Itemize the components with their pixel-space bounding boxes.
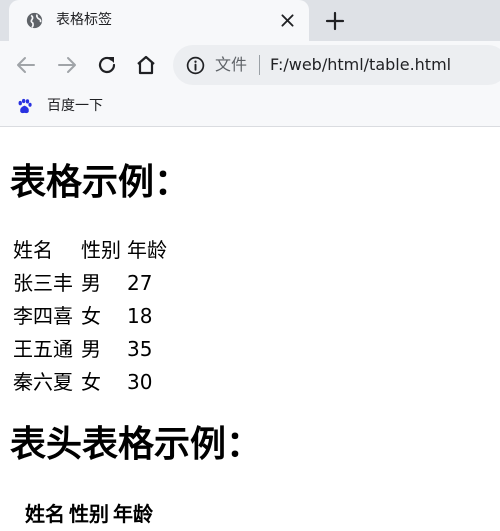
table-cell: 18 xyxy=(127,303,153,328)
browser-toolbar: 文件 F:/web/html/table.html xyxy=(0,41,500,89)
new-tab-button[interactable] xyxy=(324,10,346,32)
security-label: 文件 xyxy=(215,55,248,74)
heading-table-example: 表格示例： xyxy=(10,162,191,203)
info-icon[interactable] xyxy=(186,56,205,75)
table-cell: 男 xyxy=(81,270,101,295)
table-row: 王五通 男 35 xyxy=(12,333,168,364)
heading-header-table-example: 表头表格示例： xyxy=(10,424,263,465)
table-cell: 30 xyxy=(127,369,153,394)
table-cell: 李四喜 xyxy=(13,303,73,328)
table-cell: 性别 xyxy=(81,237,121,262)
close-icon[interactable] xyxy=(279,12,296,29)
omnibox-divider xyxy=(259,55,260,75)
tab-strip: 表格标签 xyxy=(0,0,500,41)
bookmark-label: 百度一下 xyxy=(47,98,103,114)
tab-title: 表格标签 xyxy=(56,12,112,28)
table-cell: 女 xyxy=(81,303,101,328)
table-header-cell: 性别 xyxy=(69,502,109,526)
table-cell: 秦六夏 xyxy=(13,369,73,394)
globe-icon xyxy=(26,12,43,29)
browser-tab[interactable]: 表格标签 xyxy=(9,0,309,41)
table-cell: 女 xyxy=(81,369,101,394)
url-text[interactable]: F:/web/html/table.html xyxy=(270,55,451,75)
table-header-cell: 姓名 xyxy=(25,502,65,526)
forward-arrow-icon[interactable] xyxy=(55,53,79,77)
reload-icon[interactable] xyxy=(95,53,119,77)
page-content: 表格示例： 姓名 性别 年龄 张三丰 男 27 李四喜 女 18 王五通 男 3… xyxy=(0,128,500,531)
back-arrow-icon[interactable] xyxy=(14,53,38,77)
table-row: 张三丰 男 27 xyxy=(12,267,168,298)
table-cell: 27 xyxy=(127,270,153,295)
table-row: 姓名 性别 年龄 xyxy=(12,234,168,265)
table-cell: 年龄 xyxy=(127,237,167,262)
baidu-paw-icon xyxy=(18,98,32,114)
bookmarks-bar: 百度一下 xyxy=(0,89,500,127)
home-icon[interactable] xyxy=(134,53,158,77)
table-cell: 王五通 xyxy=(13,336,73,361)
table-header-row: 姓名 性别 年龄 xyxy=(24,500,154,528)
table-cell: 姓名 xyxy=(13,237,53,262)
table-row: 李四喜 女 18 xyxy=(12,300,168,331)
header-example-table: 姓名 性别 年龄 xyxy=(22,498,156,530)
table-cell: 男 xyxy=(81,336,101,361)
example-table: 姓名 性别 年龄 张三丰 男 27 李四喜 女 18 王五通 男 35 秦六夏 xyxy=(10,232,170,399)
table-header-cell: 年龄 xyxy=(113,502,153,526)
table-cell: 张三丰 xyxy=(13,270,73,295)
address-bar[interactable]: 文件 F:/web/html/table.html xyxy=(173,45,500,85)
table-row: 秦六夏 女 30 xyxy=(12,366,168,397)
table-cell: 35 xyxy=(127,336,153,361)
